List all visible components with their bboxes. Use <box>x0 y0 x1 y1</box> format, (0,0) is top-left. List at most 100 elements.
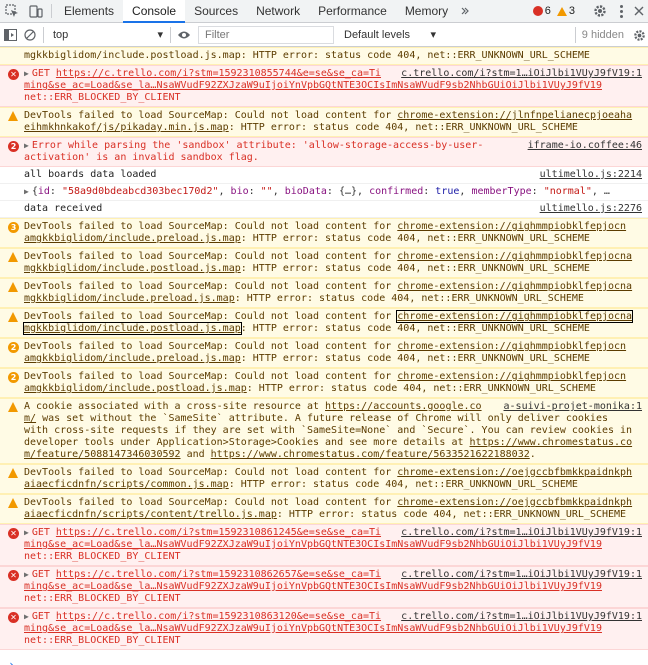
source-link[interactable]: c.trello.com/i?stm=1…iOiJlbi1VUyJ9fV19:1 <box>401 611 642 623</box>
expand-caret-icon[interactable]: ▶ <box>24 68 29 80</box>
repeat-count-badge: 2 <box>8 342 19 353</box>
device-toggle-icon[interactable] <box>24 0 48 22</box>
error-icon: ✕ <box>8 69 19 80</box>
cookie-link[interactable]: m/ <box>24 413 36 424</box>
console-message: DevTools failed to load SourceMap: Could… <box>0 107 648 137</box>
extension-link[interactable]: chrome-extension://gighmmpiobklfepjocn <box>397 371 626 382</box>
tab-elements[interactable]: Elements <box>55 0 123 22</box>
extension-link[interactable]: chrome-extension://oejgccbfbmkkpaidnkph <box>397 497 632 508</box>
extension-link[interactable]: aiaecficdnfn/scripts/common.js.map <box>24 479 229 490</box>
error-count[interactable]: 6 <box>532 5 551 17</box>
chromestatus-link[interactable]: https://www.chromestatus.com/feature/563… <box>211 449 530 460</box>
source-link[interactable]: ultimello.js:2276 <box>540 203 642 215</box>
chromestatus-link[interactable]: https://www.chromestatus.co <box>470 437 633 448</box>
extension-link[interactable]: chrome-extension://gighmmpiobklfepjocn <box>397 341 626 352</box>
sidebar-toggle-icon[interactable] <box>0 23 20 47</box>
source-link[interactable]: c.trello.com/i?stm=1…iOiJlbi1VUyJ9fV19:1 <box>401 569 642 581</box>
request-method: GET <box>31 527 56 538</box>
expand-caret-icon[interactable]: ▶ <box>24 140 29 152</box>
message-text: DevTools failed to load SourceMap: Could… <box>24 110 398 121</box>
console-message: DevTools failed to load SourceMap: Could… <box>0 248 648 278</box>
source-link[interactable]: a-suivi-projet-monika:1 <box>504 401 642 413</box>
warning-icon <box>8 312 18 322</box>
object-value: "" <box>260 186 273 197</box>
extension-link[interactable]: chrome-extension://oejgccbfbmkkpaidnkph <box>397 467 632 478</box>
object-key: bioData <box>284 186 327 197</box>
message-text: DevTools failed to load SourceMap: Could… <box>24 341 398 352</box>
message-text: DevTools failed to load SourceMap: Could… <box>24 371 398 382</box>
warning-count[interactable]: 3 <box>556 5 575 17</box>
message-text: and <box>180 449 211 460</box>
request-url[interactable]: ming&se_ac=Load&se_la…NsaWVudF92ZXJzaW9u… <box>24 623 602 634</box>
extension-link[interactable]: amgkkbiglidom/include.preload.js.map <box>24 233 241 244</box>
message-text: . <box>529 449 536 460</box>
toolbar-divider <box>43 26 44 43</box>
extension-link[interactable]: eihmkhnkakof/js/pikaday.min.js.map <box>24 122 229 133</box>
console-prompt[interactable]: › <box>0 658 648 665</box>
source-link[interactable]: c.trello.com/i?stm=1…iOiJlbi1VUyJ9fV19:1 <box>401 68 642 80</box>
request-url[interactable]: ming&se_ac=Load&se_la…NsaWVudF92ZXJzaW9u… <box>24 581 602 592</box>
extension-link[interactable]: amgkkbiglidom/include.preload.js.map <box>24 353 241 364</box>
warning-icon <box>8 468 18 478</box>
cookie-link[interactable]: https://accounts.google.co <box>325 401 482 412</box>
expand-caret-icon[interactable]: ▶ <box>24 527 29 539</box>
tab-performance[interactable]: Performance <box>309 0 396 22</box>
clear-console-icon[interactable] <box>20 23 40 47</box>
chromestatus-link[interactable]: m/feature/5088147346030592 <box>24 449 181 460</box>
expand-caret-icon[interactable]: ▶ <box>24 569 29 581</box>
request-method: GET <box>31 569 56 580</box>
console-message: 2 iframe-io.coffee:46 ▶ Error while parsi… <box>0 137 648 167</box>
message-text: : HTTP error: status code 404, net::ERR_… <box>240 263 590 274</box>
more-vert-icon[interactable] <box>612 4 630 18</box>
extension-link[interactable]: chrome-extension://gighmmpiobklfepjocna <box>396 310 634 323</box>
log-levels-label: Default levels <box>344 28 411 41</box>
more-tabs-icon[interactable] <box>457 0 473 22</box>
error-icon: ✕ <box>8 612 19 623</box>
tab-sources[interactable]: Sources <box>185 0 247 22</box>
console-message: DevTools failed to load SourceMap: Could… <box>0 308 648 338</box>
object-key: confirmed <box>369 186 424 197</box>
request-url[interactable]: ming&se_ac=Load&se_la…NsaWVudF92ZXJzaW9u… <box>24 80 602 91</box>
console-message: a-suivi-projet-monika:1 A cookie associa… <box>0 398 648 464</box>
extension-link[interactable]: mgkkbiglidom/include.postload.js.map <box>24 263 241 274</box>
log-levels-dropdown[interactable]: Default levels ▾ <box>340 28 440 42</box>
extension-link[interactable]: mgkkbiglidom/include.postload.js.map <box>23 322 242 335</box>
source-link[interactable]: iframe-io.coffee:46 <box>528 140 642 152</box>
message-text: developer tools under Application>Storag… <box>24 437 470 448</box>
hidden-count: 9 hidden <box>574 26 630 43</box>
extension-link[interactable]: aiaecficdnfn/scripts/content/trello.js.m… <box>24 509 277 520</box>
extension-link[interactable]: mgkkbiglidom/include.preload.js.map <box>24 293 235 304</box>
message-text: : HTTP error: status code 404, net::ERR_… <box>228 479 578 490</box>
extension-link[interactable]: amgkkbiglidom/include.postload.js.map <box>24 383 247 394</box>
message-text: : HTTP error: status code 404, net::ERR_… <box>234 293 584 304</box>
request-url[interactable]: https://c.trello.com/i?stm=1592310863120… <box>56 611 381 622</box>
expand-caret-icon[interactable]: ▶ <box>24 611 29 623</box>
request-url[interactable]: https://c.trello.com/i?stm=1592310861245… <box>56 527 381 538</box>
extension-link[interactable]: chrome-extension://gighmmpiobklfepjocna <box>397 281 632 292</box>
extension-link[interactable]: chrome-extension://jlnfnpelianecpjoeaha <box>397 110 632 121</box>
inspect-icon[interactable] <box>0 0 24 22</box>
source-link[interactable]: ultimello.js:2214 <box>540 169 642 181</box>
tab-memory[interactable]: Memory <box>396 0 457 22</box>
tab-network[interactable]: Network <box>247 0 309 22</box>
context-selector[interactable]: top ▾ <box>47 26 167 44</box>
tab-console[interactable]: Console <box>123 0 186 23</box>
console-message: DevTools failed to load SourceMap: Could… <box>0 464 648 494</box>
expand-caret-icon[interactable]: ▶ <box>24 186 29 198</box>
dropdown-icon: ▾ <box>157 29 163 41</box>
gear-icon[interactable] <box>588 4 612 18</box>
source-link[interactable]: c.trello.com/i?stm=1…iOiJlbi1VUyJ9fV19:1 <box>401 527 642 539</box>
message-text: : HTTP error: status code 404, net::ERR_… <box>246 383 596 394</box>
request-url[interactable]: https://c.trello.com/i?stm=1592310855744… <box>56 68 381 79</box>
request-url[interactable]: https://c.trello.com/i?stm=1592310862657… <box>56 569 381 580</box>
filter-input[interactable] <box>198 25 334 44</box>
extension-link[interactable]: chrome-extension://gighmmpiobklfepjocn <box>397 221 626 232</box>
gear-icon[interactable] <box>630 23 648 47</box>
close-icon[interactable] <box>630 6 648 16</box>
request-url[interactable]: ming&se_ac=Load&se_la…NsaWVudF92ZXJzaW9u… <box>24 539 602 550</box>
eye-icon[interactable] <box>174 23 194 47</box>
object-preview[interactable]: {id: "58a9d0bdeabcd303bec170d2", bio: ""… <box>32 186 610 197</box>
object-key: id <box>37 186 50 197</box>
object-value: {…} <box>338 186 358 197</box>
extension-link[interactable]: chrome-extension://gighmmpiobklfepjocna <box>397 251 632 262</box>
